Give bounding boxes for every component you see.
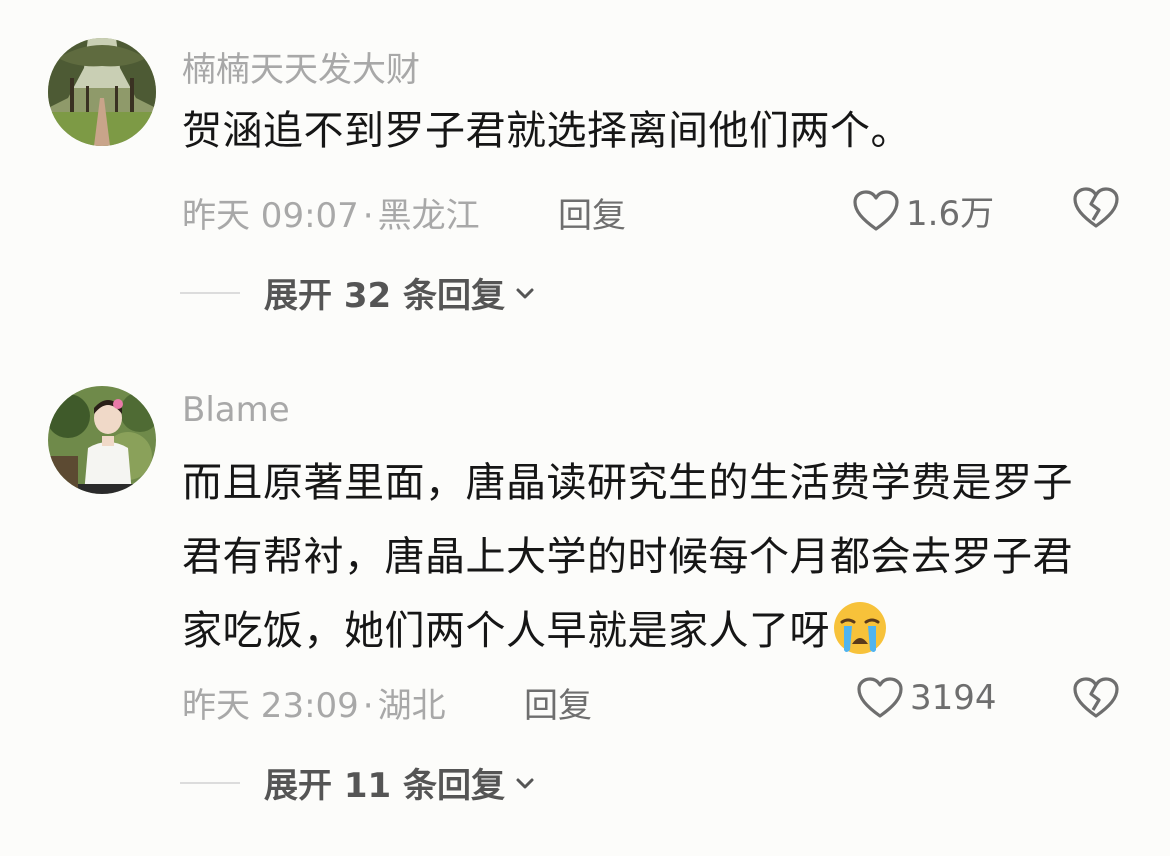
expand-replies-button[interactable]: 展开 32 条回复 [180, 268, 537, 317]
reply-button[interactable]: 回复 [524, 678, 592, 727]
comment-text: 而且原著里面，唐晶读研究生的生活费学费是罗子君有帮衬，唐晶上大学的时候每个月都会… [182, 446, 1082, 668]
location: 湖北 [377, 686, 446, 726]
divider-line [180, 781, 240, 784]
broken-heart-icon [1073, 677, 1119, 718]
location: 黑龙江 [377, 196, 480, 236]
avatar[interactable] [48, 386, 156, 494]
meta-separator: · [362, 686, 374, 726]
expand-replies-label: 展开 11 条回复 [264, 766, 505, 806]
like-count: 3194 [910, 678, 997, 718]
comment-meta: 昨天 09:07 · 黑龙江 [182, 188, 480, 237]
like-button[interactable]: 1.6万 [852, 186, 994, 235]
heart-icon [853, 189, 899, 231]
heart-icon [857, 677, 903, 718]
crying-face-emoji-icon [832, 600, 888, 656]
timestamp: 昨天 23:09 [182, 686, 359, 726]
person-portrait-avatar-icon [48, 386, 156, 494]
comment-text: 贺涵追不到罗子君就选择离间他们两个。 [182, 94, 1082, 168]
expand-replies-button[interactable]: 展开 11 条回复 [180, 758, 537, 807]
username[interactable]: 楠楠天天发大财 [182, 42, 420, 91]
avatar[interactable] [48, 38, 156, 146]
broken-heart-icon [1073, 187, 1119, 228]
timestamp: 昨天 09:07 [182, 196, 359, 236]
divider-line [180, 291, 240, 294]
like-count: 1.6万 [906, 194, 995, 234]
comment-text-body: 而且原著里面，唐晶读研究生的生活费学费是罗子君有帮衬，唐晶上大学的时候每个月都会… [182, 460, 1073, 654]
dislike-button[interactable] [1072, 186, 1120, 234]
chevron-down-icon [516, 288, 534, 298]
username[interactable]: Blame [182, 390, 290, 430]
like-button[interactable]: 3194 [856, 676, 997, 720]
expand-replies-label: 展开 32 条回复 [264, 276, 505, 316]
dislike-button[interactable] [1072, 676, 1120, 724]
tree-avenue-avatar-icon [48, 38, 156, 146]
reply-button[interactable]: 回复 [558, 188, 626, 237]
chevron-down-icon [516, 778, 534, 788]
comment-text-body: 贺涵追不到罗子君就选择离间他们两个。 [182, 108, 911, 154]
meta-separator: · [362, 196, 374, 236]
comment-meta: 昨天 23:09 · 湖北 [182, 678, 446, 727]
